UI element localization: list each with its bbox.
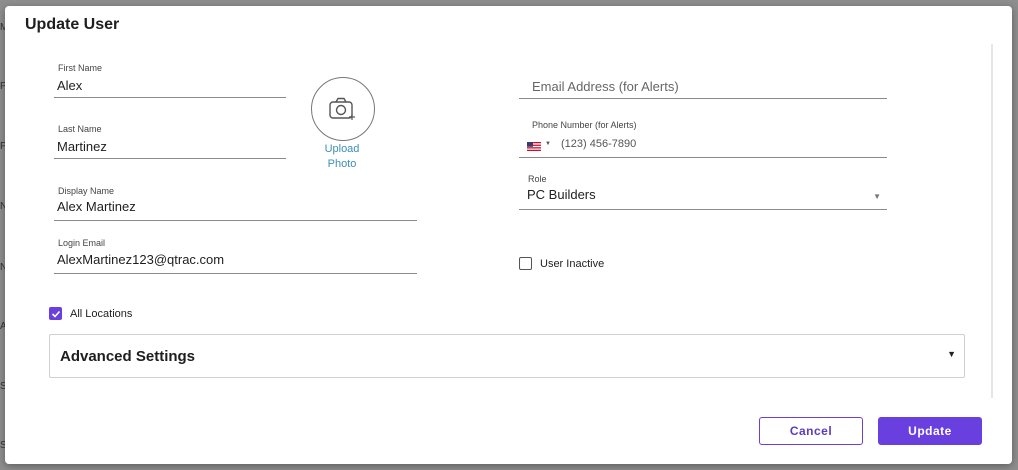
- display-name-value: Alex Martinez: [57, 199, 136, 214]
- checkmark-icon: [51, 310, 61, 318]
- role-select[interactable]: Role PC Builders ▼: [519, 174, 887, 210]
- user-inactive-label: User Inactive: [540, 258, 605, 270]
- update-button[interactable]: Update: [878, 417, 982, 445]
- camera-plus-icon: [329, 97, 355, 120]
- last-name-value: Martinez: [57, 139, 107, 154]
- display-name-label: Display Name: [58, 186, 115, 196]
- alert-phone-field[interactable]: Phone Number (for Alerts) ▼ (123) 456-78…: [519, 119, 887, 158]
- display-name-field[interactable]: Display Name Alex Martinez: [54, 184, 417, 221]
- last-name-field[interactable]: Last Name Martinez: [54, 123, 286, 159]
- first-name-value: Alex: [57, 78, 83, 93]
- all-locations-label: All Locations: [70, 308, 133, 320]
- advanced-settings-title: Advanced Settings: [60, 348, 196, 365]
- upload-photo-link[interactable]: Upload Photo: [311, 142, 373, 172]
- upload-photo-label-line1: Upload: [324, 143, 360, 155]
- role-value: PC Builders: [527, 187, 596, 202]
- update-user-dialog: Update User First Name Alex Last Name Ma…: [5, 6, 1012, 464]
- cancel-button[interactable]: Cancel: [759, 417, 863, 445]
- all-locations-checkbox[interactable]: [49, 307, 62, 320]
- login-email-value: AlexMartinez123@qtrac.com: [57, 252, 225, 267]
- alert-email-placeholder: Email Address (for Alerts): [532, 79, 679, 94]
- alert-phone-placeholder: (123) 456-7890: [561, 138, 637, 150]
- dialog-scrollbar[interactable]: [991, 44, 993, 398]
- dialog-title: Update User: [25, 16, 120, 33]
- alert-phone-label: Phone Number (for Alerts): [532, 120, 637, 130]
- user-inactive-checkbox[interactable]: [519, 257, 532, 270]
- role-label: Role: [528, 174, 547, 184]
- us-flag-icon[interactable]: [527, 142, 541, 151]
- advanced-settings-accordion[interactable]: Advanced Settings ▼: [49, 334, 965, 378]
- role-dropdown-caret-icon[interactable]: ▼: [873, 192, 881, 201]
- login-email-label: Login Email: [58, 238, 106, 248]
- upload-photo-label-line2: Photo: [327, 158, 357, 170]
- last-name-label: Last Name: [58, 124, 102, 134]
- upload-photo-button[interactable]: [311, 77, 375, 141]
- first-name-field[interactable]: First Name Alex: [54, 62, 286, 98]
- alert-email-input[interactable]: Email Address (for Alerts): [519, 76, 887, 99]
- login-email-field[interactable]: Login Email AlexMartinez123@qtrac.com: [54, 238, 417, 274]
- country-caret-icon[interactable]: ▼: [545, 141, 551, 147]
- chevron-down-icon: ▼: [947, 349, 956, 359]
- first-name-label: First Name: [58, 63, 103, 73]
